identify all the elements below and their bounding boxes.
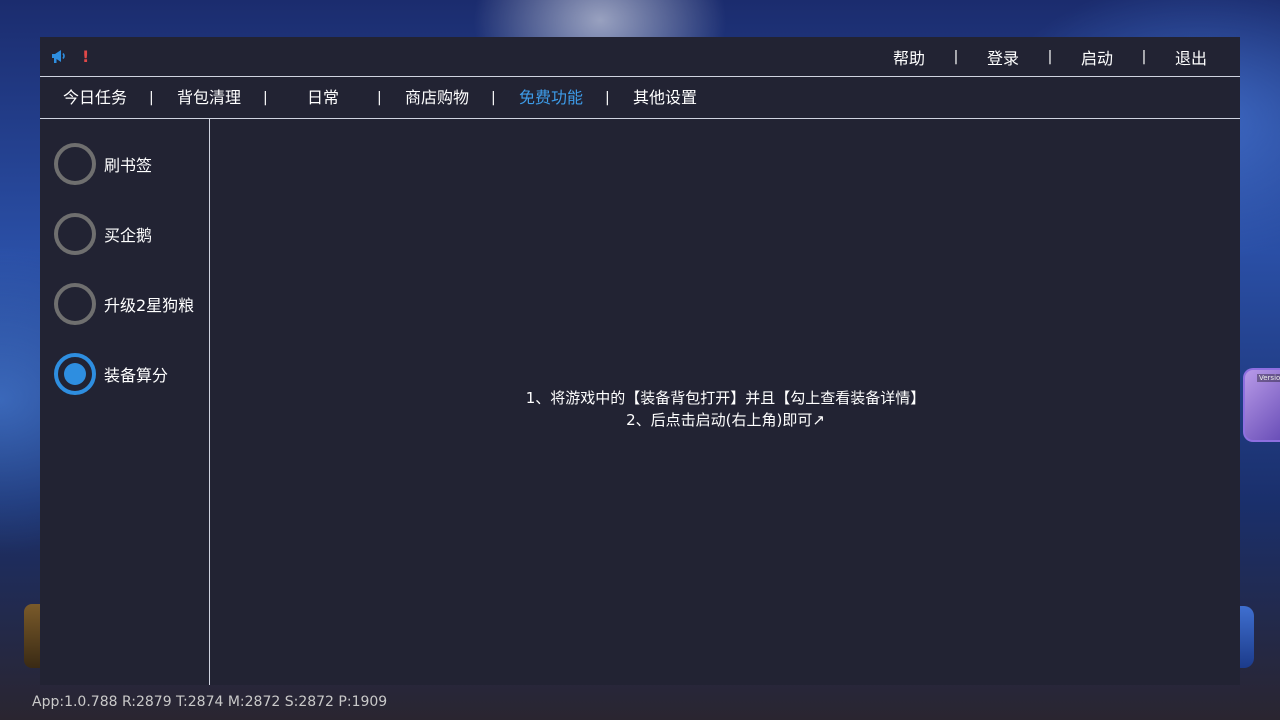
option-label: 升级2星狗粮 xyxy=(104,296,195,315)
exit-button[interactable]: 退出 xyxy=(1160,45,1222,69)
login-button[interactable]: 登录 xyxy=(972,45,1034,69)
tab-routine[interactable]: 日常 xyxy=(278,77,368,119)
sidebar: 刷书签 买企鹅 升级2星狗粮 装备算分 xyxy=(40,119,210,685)
option-label: 买企鹅 xyxy=(104,226,153,245)
top-actions: 帮助 | 登录 | 启动 | 退出 xyxy=(878,37,1240,77)
radio-button[interactable] xyxy=(54,213,96,255)
action-separator: | xyxy=(1047,49,1053,65)
tab-bag-cleanup[interactable]: 背包清理 xyxy=(164,77,254,119)
option-upgrade-fodder[interactable]: 升级2星狗粮 xyxy=(54,283,194,325)
background-thumbnail: Version xyxy=(1243,368,1280,442)
tab-free-features[interactable]: 免费功能 xyxy=(506,77,596,119)
content-area: 1、将游戏中的【装备背包打开】并且【勾上查看装备详情】 2、后点击启动(右上角)… xyxy=(211,119,1240,685)
tab-daily-tasks[interactable]: 今日任务 xyxy=(50,77,140,119)
main-panel: ! 帮助 | 登录 | 启动 | 退出 今日任务 | 背包清理 | 日常 | 商… xyxy=(40,37,1240,685)
tab-separator: | xyxy=(491,90,496,106)
tab-separator: | xyxy=(149,90,154,106)
instructions: 1、将游戏中的【装备背包打开】并且【勾上查看装备详情】 2、后点击启动(右上角)… xyxy=(211,387,1240,431)
alert-mark: ! xyxy=(82,47,90,66)
help-button[interactable]: 帮助 xyxy=(878,45,940,69)
tab-separator: | xyxy=(377,90,382,106)
megaphone-icon[interactable] xyxy=(50,47,68,65)
tab-separator: | xyxy=(263,90,268,106)
radio-button[interactable] xyxy=(54,143,96,185)
top-bar: ! 帮助 | 登录 | 启动 | 退出 xyxy=(40,37,1240,77)
option-gear-score[interactable]: 装备算分 xyxy=(54,353,168,395)
action-separator: | xyxy=(953,49,959,65)
action-separator: | xyxy=(1141,49,1147,65)
status-bar: App:1.0.788 R:2879 T:2874 M:2872 S:2872 … xyxy=(32,694,388,710)
option-label: 刷书签 xyxy=(104,156,153,175)
option-label: 装备算分 xyxy=(104,366,169,385)
tab-shop[interactable]: 商店购物 xyxy=(392,77,482,119)
background-decoration-right xyxy=(1238,606,1254,668)
thumbnail-label: Version xyxy=(1257,374,1280,382)
tab-other-settings[interactable]: 其他设置 xyxy=(620,77,710,119)
radio-button-selected[interactable] xyxy=(54,353,96,395)
start-button[interactable]: 启动 xyxy=(1066,45,1128,69)
instruction-line-1: 1、将游戏中的【装备背包打开】并且【勾上查看装备详情】 xyxy=(525,389,926,407)
tab-separator: | xyxy=(605,90,610,106)
radio-button[interactable] xyxy=(54,283,96,325)
option-buy-penguin[interactable]: 买企鹅 xyxy=(54,213,152,255)
tab-bar: 今日任务 | 背包清理 | 日常 | 商店购物 | 免费功能 | 其他设置 xyxy=(40,77,1240,119)
instruction-line-2: 2、后点击启动(右上角)即可↗ xyxy=(626,411,825,429)
option-bookmark[interactable]: 刷书签 xyxy=(54,143,152,185)
